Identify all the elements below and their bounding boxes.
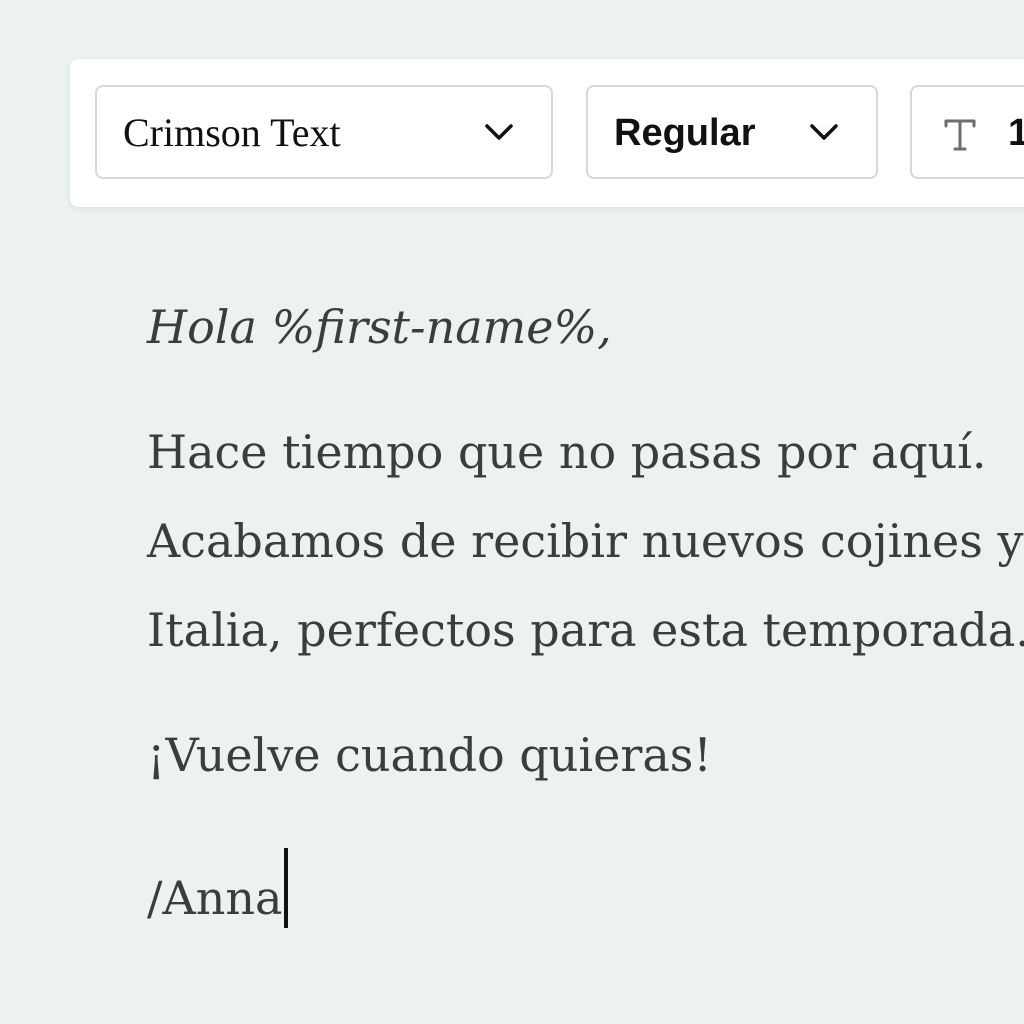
signature-line: /Anna [147,848,289,928]
font-family-value: Crimson Text [123,110,341,155]
chevron-down-icon [810,124,838,140]
text-cursor [284,848,289,928]
email-editor: Crimson Text Regular 1 Hola %first-name%… [0,0,1024,1024]
body-line: Italia, perfectos para esta temporada. [147,603,1024,657]
chevron-down-icon [485,124,513,140]
body-line: Acabamos de recibir nuevos cojines y [147,514,1024,568]
greeting-line: Hola %first-name%, [147,300,612,354]
formatting-toolbar: Crimson Text Regular 1 [70,59,1024,207]
body-line: Hace tiempo que no pasas por aquí. [147,425,987,479]
font-weight-value: Regular [614,112,756,154]
font-size-input[interactable]: 1 [910,85,1024,179]
closing-line: ¡Vuelve cuando quieras! [147,728,712,782]
signature-text: /Anna [147,871,283,925]
text-size-icon [944,119,976,151]
font-weight-select[interactable]: Regular [586,85,878,179]
font-size-value: 1 [1008,112,1024,154]
font-family-select[interactable]: Crimson Text [95,85,553,179]
